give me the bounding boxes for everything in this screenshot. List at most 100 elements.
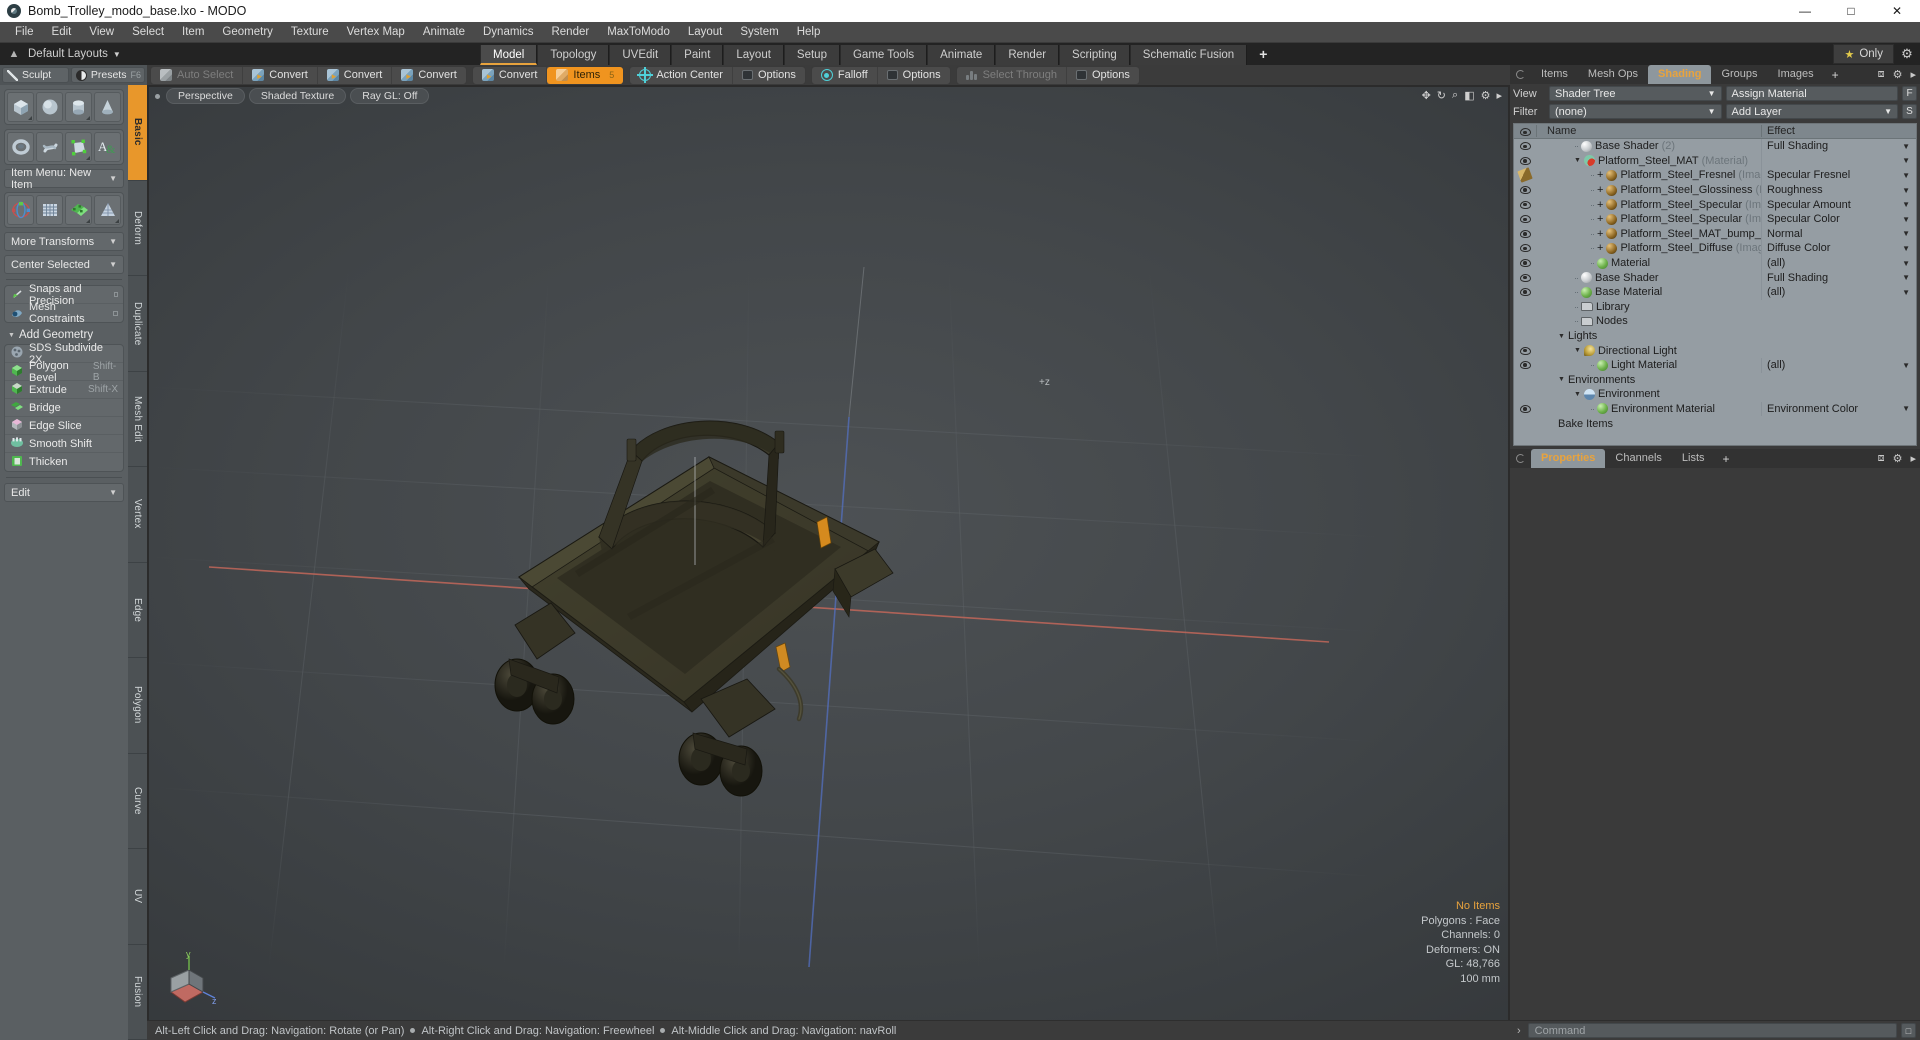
panel-tab-images[interactable]: Images — [1768, 65, 1824, 84]
view-select[interactable]: Shader Tree ▼ — [1549, 86, 1722, 101]
shader-tree-effect-cell[interactable]: Specular Amount ▼ — [1761, 197, 1916, 212]
shader-tree-effect-cell[interactable]: Specular Fresnel ▼ — [1761, 168, 1916, 183]
shader-tree-row[interactable]: ·· Light Material (all) ▼ — [1514, 357, 1916, 373]
mode-button-convert[interactable]: Convert ▸ — [243, 66, 318, 84]
panel-tab-shading[interactable]: Shading — [1648, 65, 1712, 84]
menu-item-view[interactable]: View — [80, 22, 123, 43]
chevron-down-icon[interactable]: ▼ — [1902, 186, 1910, 195]
visibility-eye-icon[interactable] — [1514, 259, 1536, 268]
shader-tree-row[interactable]: ··+Platform_Steel_MAT_bump_baked(Image)N… — [1514, 226, 1916, 242]
visibility-eye-icon[interactable] — [1514, 186, 1536, 195]
panel-tab-groups[interactable]: Groups — [1711, 65, 1767, 84]
item-menu-dropdown[interactable]: Item Menu: New Item ▼ — [4, 167, 124, 191]
shader-tree-row[interactable]: ·· Nodes — [1514, 314, 1916, 329]
only-toggle-button[interactable]: ★ Only — [1833, 44, 1894, 64]
rail-tab-uv[interactable]: UV — [128, 849, 147, 945]
visibility-eye-icon[interactable] — [1514, 244, 1536, 253]
close-button[interactable]: ✕ — [1874, 0, 1920, 22]
panel-more-icon[interactable]: ▸ — [1910, 68, 1916, 81]
shader-tree-effect-cell[interactable]: Normal ▼ — [1761, 226, 1916, 242]
add-layer-select[interactable]: Add Layer ▼ — [1725, 104, 1898, 119]
layout-tab-scripting[interactable]: Scripting — [1059, 45, 1130, 65]
menu-item-vertex-map[interactable]: Vertex Map — [338, 22, 414, 43]
torus-tool[interactable] — [7, 132, 34, 162]
shader-tree-row[interactable]: ··+Platform_Steel_Specular(Image)Specula… — [1514, 211, 1916, 227]
properties-more-icon[interactable]: ▸ — [1910, 452, 1916, 465]
disclosure-triangle-icon[interactable]: ▼ — [1574, 157, 1581, 164]
snaps-options-box[interactable] — [113, 292, 118, 297]
mode-button-options[interactable]: Options — [733, 67, 805, 84]
add-layout-tab-button[interactable]: + — [1247, 46, 1279, 62]
visibility-eye-icon[interactable] — [1514, 229, 1536, 238]
shader-tree-row[interactable]: ··+Platform_Steel_Glossiness(Image)Rough… — [1514, 182, 1916, 198]
rail-tab-edge[interactable]: Edge — [128, 563, 147, 658]
panel-tab-mesh-ops[interactable]: Mesh Ops — [1578, 65, 1648, 84]
layout-tab-game-tools[interactable]: Game Tools — [839, 45, 928, 65]
mode-button-action-center[interactable]: Action Center — [630, 66, 733, 84]
expand-properties-icon[interactable]: ⧈ — [1878, 452, 1885, 465]
menu-item-texture[interactable]: Texture — [282, 22, 338, 43]
mode-button-items[interactable]: Items 5 — [547, 66, 624, 84]
disclosure-triangle-icon[interactable]: ▼ — [1574, 347, 1581, 354]
shader-tree-effect-cell[interactable]: (all) ▼ — [1761, 255, 1916, 271]
visibility-eye-icon[interactable] — [1514, 273, 1536, 282]
visibility-eye-icon[interactable] — [1514, 288, 1536, 297]
chevron-down-icon[interactable]: ▼ — [1902, 156, 1910, 165]
chevron-down-icon[interactable]: ▼ — [1902, 404, 1910, 413]
shader-tree-effect-cell[interactable]: (all) ▼ — [1761, 357, 1916, 373]
default-layouts-label[interactable]: Default Layouts — [22, 48, 108, 60]
shader-tree-row[interactable]: ▼ Lights — [1514, 329, 1916, 344]
disclosure-triangle-icon[interactable]: ▼ — [1558, 376, 1565, 383]
expand-plus-icon[interactable]: + — [1597, 213, 1603, 225]
geometry-tool-bridge[interactable]: Bridge — [5, 399, 123, 417]
axis-gizmo[interactable]: y z — [163, 952, 221, 1010]
chevron-down-icon[interactable]: ▼ — [1902, 142, 1910, 151]
visibility-eye-icon[interactable] — [1514, 200, 1536, 209]
rail-tab-deform[interactable]: Deform — [128, 181, 147, 276]
array-tool[interactable] — [36, 195, 63, 225]
layout-tab-model[interactable]: Model — [480, 45, 538, 65]
layout-tab-uvedit[interactable]: UVEdit — [609, 45, 672, 65]
menu-item-edit[interactable]: Edit — [43, 22, 81, 43]
viewport-gear-icon[interactable]: ⚙ — [1481, 89, 1491, 102]
chevron-down-icon[interactable]: ▼ — [1902, 215, 1910, 224]
shader-tree-row[interactable]: Bake Items — [1514, 416, 1916, 431]
mode-button-options[interactable]: Options — [1067, 67, 1139, 84]
layout-tab-layout[interactable]: Layout — [723, 45, 784, 65]
sculpt-button[interactable]: Sculpt — [2, 67, 69, 83]
viewport-more-icon[interactable]: ▸ — [1496, 89, 1502, 102]
chevron-down-icon[interactable]: ▼ — [1902, 361, 1910, 370]
expand-plus-icon[interactable]: + — [1597, 169, 1603, 181]
geometry-tool-thicken[interactable]: Thicken — [5, 453, 123, 471]
move-viewport-icon[interactable]: ✥ — [1422, 89, 1431, 102]
shader-tree-row[interactable]: ·· Base Shader (2) Full Shading ▼ — [1514, 139, 1916, 154]
shader-tree-row[interactable]: ▼ Environments — [1514, 373, 1916, 388]
sphere-tool[interactable] — [36, 92, 63, 122]
minimize-button[interactable]: — — [1782, 0, 1828, 22]
menu-item-maxtomodo[interactable]: MaxToModo — [598, 22, 679, 43]
panel-menu-icon[interactable] — [1516, 70, 1525, 79]
menu-item-layout[interactable]: Layout — [679, 22, 732, 43]
chevron-down-icon[interactable]: ▼ — [1902, 200, 1910, 209]
zoom-viewport-icon[interactable]: ⌕ — [1452, 89, 1458, 102]
rail-tab-duplicate[interactable]: Duplicate — [128, 276, 147, 372]
visibility-eye-icon[interactable] — [1514, 142, 1536, 151]
menu-item-file[interactable]: File — [6, 22, 43, 43]
visibility-eye-icon[interactable] — [1514, 361, 1536, 370]
layout-tab-topology[interactable]: Topology — [537, 45, 610, 65]
chevron-down-icon[interactable]: ▼ — [1902, 171, 1910, 180]
maximize-button[interactable]: □ — [1828, 0, 1874, 22]
disclosure-triangle-icon[interactable]: ▼ — [1558, 333, 1565, 340]
disclosure-triangle-icon[interactable]: ▼ — [1574, 391, 1581, 398]
viewport-raygl-chip[interactable]: Ray GL: Off — [350, 88, 430, 104]
menu-item-system[interactable]: System — [731, 22, 787, 43]
mode-button-convert[interactable]: Convert ▸ — [473, 66, 548, 84]
menu-item-geometry[interactable]: Geometry — [213, 22, 282, 43]
assign-material-button[interactable]: Assign Material — [1725, 86, 1898, 101]
chevron-down-icon[interactable]: ▼ — [1902, 288, 1910, 297]
command-input[interactable]: Command — [1527, 1023, 1897, 1038]
rail-tab-vertex[interactable]: Vertex — [128, 467, 147, 563]
cylinder-tool[interactable] — [65, 92, 92, 122]
shader-tree-row[interactable]: ▼ Platform_Steel_MAT (Material) ▼ — [1514, 153, 1916, 169]
mode-button-auto-select[interactable]: Auto Select — [151, 66, 244, 84]
